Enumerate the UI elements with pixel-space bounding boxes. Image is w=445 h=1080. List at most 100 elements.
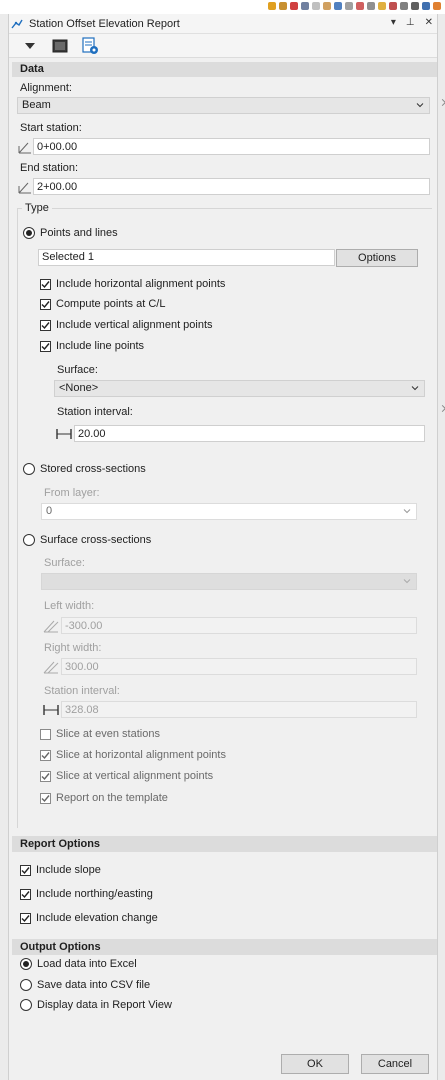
radio-indicator bbox=[23, 227, 35, 239]
checkbox-box bbox=[40, 792, 51, 804]
right-width-input[interactable] bbox=[61, 658, 417, 675]
end-station-label: End station: bbox=[20, 162, 79, 174]
panel-title-bar[interactable]: Station Offset Elevation Report ▾ ⊥ ✕ bbox=[9, 14, 437, 34]
include-vertical-alignment-points-checkbox[interactable]: Include vertical alignment points bbox=[40, 319, 213, 331]
surface-cs-select[interactable] bbox=[41, 573, 417, 590]
host-icon[interactable] bbox=[411, 2, 419, 10]
host-icon[interactable] bbox=[279, 2, 287, 10]
include-northing-easting-checkbox[interactable]: Include northing/easting bbox=[20, 888, 153, 900]
checkbox-box bbox=[40, 298, 51, 310]
start-station-label: Start station: bbox=[20, 122, 82, 134]
surface-cross-sections-radio[interactable]: Surface cross-sections bbox=[23, 534, 151, 546]
interval-measure-icon[interactable] bbox=[41, 701, 61, 718]
left-width-field bbox=[41, 617, 417, 634]
host-icon[interactable] bbox=[290, 2, 298, 10]
surface-station-interval-field bbox=[41, 701, 417, 718]
output-options-header: Output Options bbox=[12, 939, 437, 955]
slice-at-vertical-alignment-points-checkbox[interactable]: Slice at vertical alignment points bbox=[40, 770, 213, 782]
host-icon[interactable] bbox=[268, 2, 276, 10]
checkmark-icon bbox=[41, 794, 50, 802]
display-in-report-view-radio[interactable]: Display data in Report View bbox=[20, 999, 172, 1011]
radio-label: Save data into CSV file bbox=[37, 979, 151, 991]
selected-count-box: Selected 1 bbox=[38, 249, 335, 266]
from-layer-select[interactable]: 0 bbox=[41, 503, 417, 520]
checkbox-box bbox=[20, 912, 31, 924]
station-interval-input[interactable] bbox=[74, 425, 425, 442]
station-pick-icon[interactable] bbox=[17, 138, 33, 155]
points-and-lines-radio[interactable]: Points and lines bbox=[23, 227, 118, 239]
scroll-chevron-icon[interactable] bbox=[438, 404, 445, 413]
surface-station-interval-input[interactable] bbox=[61, 701, 417, 718]
host-icon[interactable] bbox=[334, 2, 342, 10]
right-width-field bbox=[41, 658, 417, 675]
slice-at-horizontal-alignment-points-checkbox[interactable]: Slice at horizontal alignment points bbox=[40, 749, 226, 761]
chevron-down-icon bbox=[416, 103, 424, 108]
include-horizontal-alignment-points-checkbox[interactable]: Include horizontal alignment points bbox=[40, 278, 225, 290]
chevron-down-icon bbox=[403, 509, 411, 514]
width-pick-icon[interactable] bbox=[41, 658, 61, 675]
surface-cross-sections-label: Surface cross-sections bbox=[40, 534, 152, 546]
end-station-input[interactable] bbox=[33, 178, 430, 195]
host-icon[interactable] bbox=[367, 2, 375, 10]
from-layer-label: From layer: bbox=[44, 487, 100, 499]
stored-cross-sections-radio[interactable]: Stored cross-sections bbox=[23, 463, 146, 475]
left-width-label: Left width: bbox=[44, 600, 95, 612]
checkbox-label: Include elevation change bbox=[36, 912, 158, 924]
radio-label: Display data in Report View bbox=[37, 999, 172, 1011]
report-on-template-checkbox[interactable]: Report on the template bbox=[40, 792, 168, 804]
cancel-button[interactable]: Cancel bbox=[361, 1054, 429, 1074]
report-settings-icon[interactable] bbox=[81, 36, 99, 55]
host-icon[interactable] bbox=[400, 2, 408, 10]
panel-toolbar bbox=[9, 34, 437, 58]
start-station-input[interactable] bbox=[33, 138, 430, 155]
surface-station-interval-label: Station interval: bbox=[44, 685, 120, 697]
image-view-icon[interactable] bbox=[51, 37, 69, 55]
width-pick-icon[interactable] bbox=[41, 617, 61, 634]
host-icon[interactable] bbox=[422, 2, 430, 10]
alignment-label: Alignment: bbox=[20, 82, 72, 94]
station-pick-icon[interactable] bbox=[17, 178, 33, 195]
from-layer-value: 0 bbox=[46, 505, 53, 517]
close-icon[interactable]: ✕ bbox=[425, 17, 433, 28]
panel-title: Station Offset Elevation Report bbox=[29, 17, 180, 30]
checkbox-label: Include vertical alignment points bbox=[56, 319, 213, 331]
pin-icon[interactable]: ⊥ bbox=[406, 17, 415, 28]
save-into-csv-radio[interactable]: Save data into CSV file bbox=[20, 979, 150, 991]
include-line-points-checkbox[interactable]: Include line points bbox=[40, 340, 144, 352]
surface-select[interactable]: <None> bbox=[54, 380, 425, 397]
left-width-input[interactable] bbox=[61, 617, 417, 634]
slice-at-even-stations-checkbox[interactable]: Slice at even stations bbox=[40, 728, 160, 740]
include-slope-checkbox[interactable]: Include slope bbox=[20, 864, 101, 876]
host-icon[interactable] bbox=[312, 2, 320, 10]
include-elevation-change-checkbox[interactable]: Include elevation change bbox=[20, 912, 158, 924]
radio-indicator bbox=[20, 958, 32, 970]
host-icon[interactable] bbox=[345, 2, 353, 10]
checkmark-icon bbox=[21, 866, 30, 874]
checkbox-label: Slice at even stations bbox=[56, 728, 160, 740]
host-icon[interactable] bbox=[433, 2, 441, 10]
chevron-down-icon bbox=[403, 579, 411, 584]
scroll-chevron-icon[interactable] bbox=[438, 98, 445, 107]
ok-button[interactable]: OK bbox=[281, 1054, 349, 1074]
host-icon[interactable] bbox=[356, 2, 364, 10]
end-station-field bbox=[17, 178, 430, 195]
host-icon[interactable] bbox=[301, 2, 309, 10]
checkmark-icon bbox=[21, 890, 30, 898]
host-icon[interactable] bbox=[389, 2, 397, 10]
surface-value: <None> bbox=[59, 382, 99, 394]
checkbox-label: Include northing/easting bbox=[36, 888, 153, 900]
radio-indicator bbox=[20, 999, 32, 1011]
options-button[interactable]: Options bbox=[336, 249, 418, 267]
points-and-lines-label: Points and lines bbox=[40, 227, 118, 239]
checkmark-icon bbox=[21, 914, 30, 922]
panel-menu-icon[interactable]: ▾ bbox=[391, 17, 396, 28]
load-into-excel-radio[interactable]: Load data into Excel bbox=[20, 958, 137, 970]
dropdown-arrow-icon[interactable] bbox=[21, 37, 39, 55]
checkmark-icon bbox=[41, 300, 50, 308]
host-icon[interactable] bbox=[323, 2, 331, 10]
host-icon[interactable] bbox=[378, 2, 386, 10]
compute-points-at-cl-checkbox[interactable]: Compute points at C/L bbox=[40, 298, 165, 310]
alignment-select[interactable]: Beam bbox=[17, 97, 430, 114]
panel-window-controls: ▾ ⊥ ✕ bbox=[391, 17, 433, 28]
interval-measure-icon[interactable] bbox=[54, 425, 74, 442]
